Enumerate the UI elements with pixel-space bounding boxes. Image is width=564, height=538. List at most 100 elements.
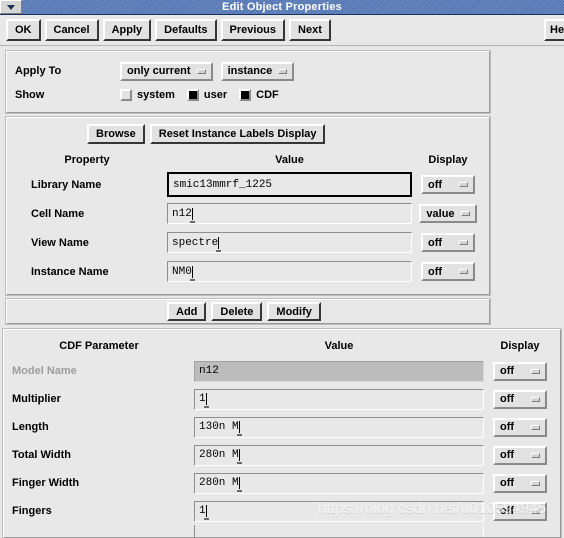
input-instance-name[interactable]: NM0	[167, 261, 412, 282]
browse-button[interactable]: Browse	[87, 124, 145, 144]
property-header-row: Property Value Display	[7, 150, 489, 170]
header-display: Display	[428, 154, 468, 166]
text-caret	[236, 421, 242, 436]
help-button[interactable]: Help	[544, 19, 564, 41]
cdf-label-multiplier: Multiplier	[12, 393, 61, 405]
cdf-row-length: Length 130n M off	[4, 413, 560, 441]
apply-to-panel: Apply To only current instance Show syst…	[5, 50, 491, 114]
cdf-input-finger-width[interactable]: 280n M	[194, 472, 484, 494]
checkbox-system[interactable]	[120, 89, 132, 101]
header-value: Value	[275, 154, 304, 166]
label-instance-name: Instance Name	[31, 265, 109, 278]
cdf-display-dropdown-model-name[interactable]: off	[493, 361, 547, 381]
checkbox-cdf-label: CDF	[256, 89, 279, 101]
text-caret	[203, 393, 209, 408]
apply-to-target-value: instance	[227, 65, 273, 77]
cdf-display-dropdown-finger-width[interactable]: off	[493, 473, 547, 493]
cdf-label-length: Length	[12, 421, 49, 433]
dropdown-indicator-icon	[531, 480, 540, 486]
dropdown-indicator-icon	[459, 182, 468, 187]
apply-to-scope-dropdown[interactable]: only current	[120, 61, 213, 81]
cdf-parameters-panel: CDF Parameter Value Display Model Name n…	[2, 328, 562, 538]
input-library-name[interactable]: smic13mmrf_1225	[167, 172, 412, 197]
apply-to-target-dropdown[interactable]: instance	[220, 61, 295, 81]
display-dropdown-instance-name[interactable]: off	[421, 262, 475, 281]
cdf-row-multiplier: Multiplier 1 off	[4, 385, 560, 413]
display-dropdown-view-name[interactable]: off	[421, 233, 475, 252]
cdf-input-model-name-value: n12	[199, 365, 219, 377]
show-label: Show	[15, 89, 45, 101]
dropdown-indicator-icon	[531, 396, 540, 402]
window-title: Edit Object Properties	[222, 1, 342, 13]
add-button[interactable]: Add	[167, 302, 207, 321]
apply-to-scope-value: only current	[127, 65, 191, 77]
cdf-input-partial[interactable]	[194, 525, 484, 537]
property-panel: Browse Reset Instance Labels Display Pro…	[5, 116, 491, 296]
input-library-name-value: smic13mmrf_1225	[173, 178, 273, 191]
dropdown-indicator-icon	[278, 68, 288, 74]
label-library-name: Library Name	[31, 178, 102, 191]
property-row-library-name: Library Name smic13mmrf_1225 off	[7, 170, 489, 199]
label-view-name: View Name	[31, 236, 89, 249]
cdf-input-fingers-value: 1	[199, 505, 206, 517]
input-cell-name[interactable]: n12	[167, 203, 412, 224]
display-dropdown-view-name-value: off	[428, 236, 443, 249]
cdf-row-partial	[4, 525, 560, 537]
checkbox-user[interactable]	[186, 89, 199, 101]
cdf-input-model-name: n12	[194, 360, 484, 382]
cdf-label-total-width: Total Width	[12, 449, 71, 461]
property-buttons-row: Browse Reset Instance Labels Display	[7, 124, 489, 144]
input-view-name[interactable]: spectre	[167, 232, 412, 253]
ok-button[interactable]: OK	[6, 19, 41, 41]
cdf-display-dropdown-length-value: off	[500, 421, 515, 433]
cancel-button[interactable]: Cancel	[44, 19, 99, 41]
cdf-display-dropdown-length[interactable]: off	[493, 417, 547, 437]
dropdown-indicator-icon	[531, 452, 540, 458]
cdf-header-value: Value	[324, 339, 354, 352]
dropdown-indicator-icon	[459, 269, 468, 274]
dropdown-indicator-icon	[531, 368, 540, 374]
text-caret	[203, 505, 209, 520]
display-dropdown-cell-name-value: value	[426, 207, 455, 220]
delete-button[interactable]: Delete	[211, 302, 263, 321]
modify-button[interactable]: Modify	[267, 302, 321, 321]
cdf-label-model-name: Model Name	[12, 365, 77, 377]
text-caret	[216, 236, 222, 252]
property-row-view-name: View Name spectre off	[7, 228, 489, 257]
cdf-input-fingers[interactable]: 1	[194, 500, 484, 522]
cdf-input-total-width-value: 280n M	[199, 449, 239, 461]
cdf-display-dropdown-finger-width-value: off	[500, 477, 515, 489]
next-button[interactable]: Next	[289, 19, 331, 41]
cdf-display-dropdown-total-width[interactable]: off	[493, 445, 547, 465]
cdf-display-dropdown-multiplier[interactable]: off	[493, 389, 547, 409]
cdf-row-total-width: Total Width 280n M off	[4, 441, 560, 469]
checkbox-cdf[interactable]	[239, 89, 252, 101]
cdf-input-multiplier[interactable]: 1	[194, 388, 484, 410]
cdf-input-length[interactable]: 130n M	[194, 416, 484, 438]
dropdown-indicator-icon	[459, 240, 468, 245]
display-dropdown-cell-name[interactable]: value	[419, 204, 477, 223]
window-titlebar: Edit Object Properties	[0, 0, 564, 15]
display-dropdown-library-name-value: off	[428, 178, 443, 191]
display-dropdown-library-name[interactable]: off	[421, 175, 475, 194]
reset-instance-labels-display-button[interactable]: Reset Instance Labels Display	[149, 124, 326, 144]
cdf-header-display: Display	[500, 339, 540, 352]
property-action-bar: Add Delete Modify	[5, 298, 491, 325]
cdf-input-total-width[interactable]: 280n M	[194, 444, 484, 466]
text-caret	[189, 265, 195, 281]
text-caret	[189, 207, 195, 223]
cdf-display-dropdown-fingers[interactable]: off	[493, 501, 547, 521]
input-instance-name-value: NM0	[172, 265, 192, 278]
dropdown-indicator-icon	[460, 211, 470, 216]
cdf-label-fingers: Fingers	[12, 505, 52, 517]
label-cell-name: Cell Name	[31, 207, 85, 220]
dialog-toolbar: OK Cancel Apply Defaults Previous Next H…	[0, 15, 564, 46]
cdf-input-finger-width-value: 280n M	[199, 477, 239, 489]
defaults-button[interactable]: Defaults	[155, 19, 217, 41]
property-row-cell-name: Cell Name n12 value	[7, 199, 489, 228]
dropdown-indicator-icon	[531, 424, 540, 430]
previous-button[interactable]: Previous	[220, 19, 286, 41]
window-menu-button[interactable]	[0, 0, 22, 14]
chevron-down-icon	[7, 4, 15, 10]
apply-button[interactable]: Apply	[102, 19, 152, 41]
